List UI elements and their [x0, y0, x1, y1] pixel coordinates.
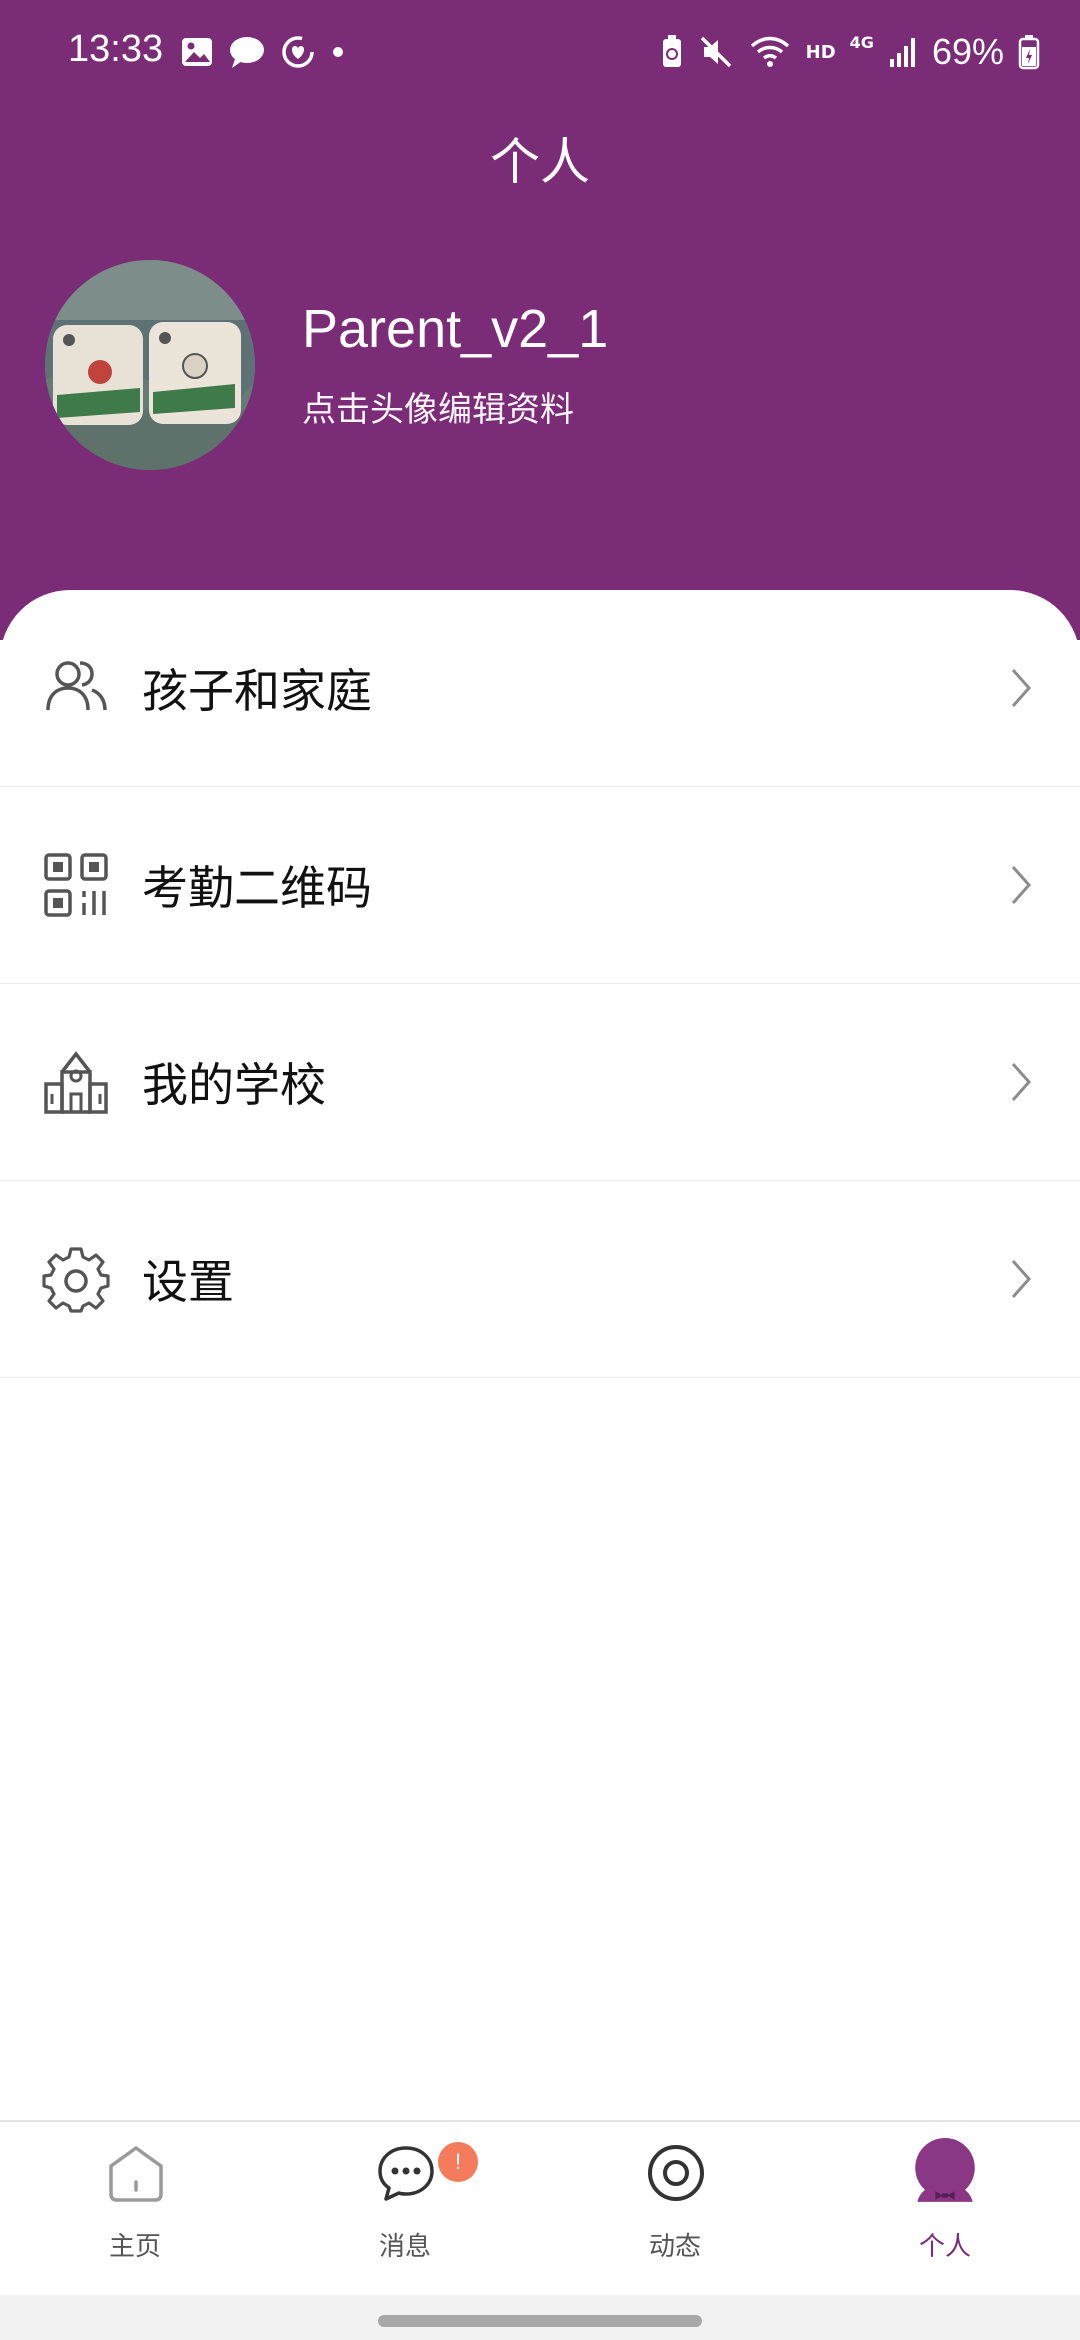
- home-icon: [109, 2146, 163, 2202]
- status-time: 13:33: [68, 28, 164, 70]
- chat-icon: [378, 2146, 434, 2201]
- tab-home[interactable]: 主页: [0, 2122, 270, 2297]
- tab-label: 个人: [918, 2232, 971, 2262]
- tab-label: 消息: [378, 2232, 431, 2262]
- chevron-right-icon: [1011, 1260, 1032, 1298]
- notification-badge: !: [438, 2142, 478, 2182]
- wifi-icon: [750, 36, 789, 67]
- sync-heart-icon: [282, 36, 314, 68]
- status-system-icons: HD 4G 69%: [660, 28, 1040, 76]
- tab-label: 主页: [108, 2232, 161, 2262]
- avatar-photo: [45, 260, 255, 470]
- chevron-right-icon: [1011, 866, 1032, 904]
- gear-icon: [42, 1247, 110, 1313]
- cell-signal-icon: [889, 38, 915, 67]
- tab-profile[interactable]: 个人: [810, 2122, 1080, 2297]
- menu-item-label: 考勤二维码: [142, 861, 372, 915]
- battery-icon: [1018, 35, 1040, 70]
- menu-item-attendance-qr[interactable]: 考勤二维码: [0, 787, 1080, 984]
- profile-icon: [915, 2138, 975, 2202]
- network-type: 4G: [849, 32, 874, 52]
- message-bubble-icon: [230, 37, 264, 68]
- tab-feed[interactable]: 动态: [540, 2122, 810, 2297]
- mute-icon: [700, 36, 731, 68]
- edit-profile-hint[interactable]: 点击头像编辑资料: [302, 382, 574, 431]
- username[interactable]: Parent_v2_1: [302, 298, 608, 360]
- menu-item-settings[interactable]: 设置: [0, 1181, 1080, 1378]
- menu-item-my-school[interactable]: 我的学校: [0, 984, 1080, 1181]
- tab-label: 动态: [648, 2232, 701, 2262]
- gallery-icon: [182, 38, 212, 66]
- dot-icon: [333, 47, 343, 57]
- status-notification-icons: [180, 32, 346, 72]
- bottom-tab-bar: 主页 ! 消息 动态 个人: [0, 2120, 1080, 2295]
- chevron-right-icon: [1011, 669, 1032, 707]
- battery-percent: 69%: [931, 31, 1004, 72]
- system-nav-bar: [0, 2295, 1080, 2340]
- people-icon: [46, 661, 107, 711]
- hd-indicator: HD: [805, 41, 836, 63]
- menu-item-label: 设置: [142, 1255, 234, 1309]
- home-indicator[interactable]: [378, 2315, 702, 2327]
- page-title: 个人: [490, 133, 590, 191]
- status-bar: 13:33 HD 4G 69%: [0, 0, 1080, 105]
- target-icon: [648, 2145, 704, 2201]
- avatar[interactable]: [45, 260, 255, 470]
- battery-saver-icon: [662, 35, 681, 67]
- menu-item-label: 孩子和家庭: [142, 664, 372, 718]
- qr-code-icon: [44, 853, 108, 917]
- school-icon: [44, 1051, 108, 1114]
- chevron-right-icon: [1011, 1063, 1032, 1101]
- tab-messages[interactable]: ! 消息: [270, 2122, 540, 2297]
- profile-header: 13:33 HD 4G 69% 个人 Parent_v2_1 点击头像编辑资料: [0, 0, 1080, 640]
- menu-card: 孩子和家庭 考勤二维码 我的学校 设置: [0, 590, 1080, 2120]
- menu-item-children-family[interactable]: 孩子和家庭: [0, 590, 1080, 787]
- menu-item-label: 我的学校: [142, 1058, 326, 1112]
